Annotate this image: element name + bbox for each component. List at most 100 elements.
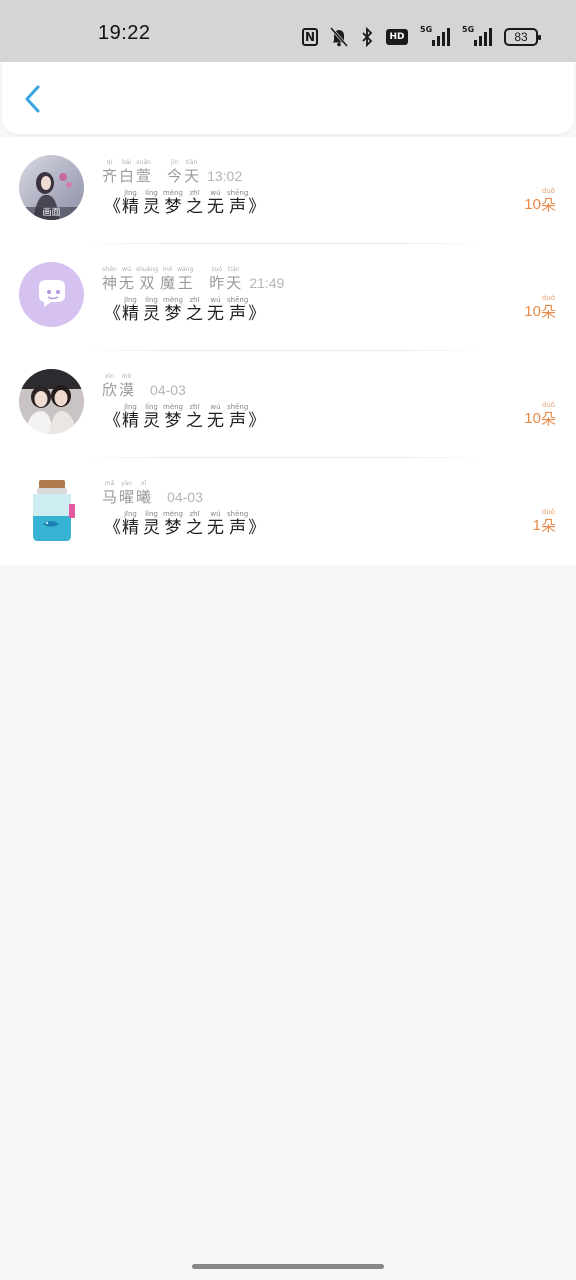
ruby-char: duǒ 朵: [541, 401, 556, 429]
battery-icon: 83: [504, 28, 541, 46]
ruby-char: shén 神: [102, 266, 117, 292]
sent-time: jīn 今 tiān 天 13:02: [167, 159, 242, 185]
pinyin: xīn: [104, 373, 115, 380]
signal-tag-2: 5G: [462, 25, 475, 34]
signal-tag: 5G: [420, 25, 433, 34]
flower-count-number: 10: [524, 410, 541, 427]
hanzi: 昨: [209, 274, 225, 292]
sender-name[interactable]: xīn 欣 mò 漠: [102, 373, 134, 399]
ruby-char: zhī 之: [185, 510, 204, 538]
title-bracket-open: 《: [104, 304, 121, 324]
hanzi: 无: [207, 518, 225, 538]
book-title[interactable]: 《 jīng 精 líng 灵 mèng 梦 zhī 之 wú 无 shēng 声》: [104, 296, 265, 324]
sender-name[interactable]: qí 齐 bái 白 xuān 萱: [102, 159, 151, 185]
hanzi: 梦: [164, 197, 182, 217]
hanzi: 之: [186, 411, 204, 431]
bluetooth-icon: [360, 27, 374, 47]
bottle-avatar[interactable]: [25, 480, 81, 542]
flower-list-item[interactable]: xīn 欣 mò 漠 04-03 《 jīng 精 líng 灵 mèng 梦 zhī 之 wú 无 shēng…: [0, 351, 576, 458]
pinyin: yào: [121, 480, 132, 487]
ruby-char: mò 漠: [119, 373, 134, 399]
photo-avatar-girl[interactable]: 画面: [19, 155, 84, 220]
photo-avatar-couple[interactable]: [19, 369, 84, 434]
home-indicator[interactable]: [192, 1264, 384, 1269]
hanzi: 马: [102, 488, 118, 506]
nfc-icon: N: [302, 28, 318, 46]
pinyin: líng: [145, 296, 158, 304]
signal-5g-icon: 5G: [420, 25, 450, 46]
pinyin: jīng: [124, 189, 137, 197]
hanzi: 无: [207, 197, 225, 217]
pinyin: mèng: [163, 189, 184, 197]
hd-icon: HD: [386, 29, 408, 45]
pinyin: zhī: [189, 189, 200, 197]
hanzi: 精: [122, 304, 139, 324]
pinyin: jīng: [124, 510, 137, 518]
pinyin: bái: [121, 159, 132, 166]
status-icons: N HD 5G 5G 83: [302, 25, 541, 48]
pinyin: wú: [210, 403, 221, 411]
status-bar: 19:22 N HD 5G 5G 83: [0, 0, 576, 62]
avatar-caption: 画面: [42, 208, 61, 218]
default-chat-avatar[interactable]: [19, 262, 84, 327]
hanzi: 神: [102, 274, 118, 292]
ruby-char: zhī 之: [185, 403, 204, 431]
sender-name[interactable]: mǎ 马 yào 曜 xī 曦: [102, 480, 151, 506]
header-bar: [2, 62, 574, 134]
hanzi: 魔: [160, 274, 176, 292]
ruby-char: zuó 昨: [209, 266, 224, 292]
ruby-char: yào 曜: [119, 480, 134, 506]
hanzi: 双: [139, 274, 155, 292]
hanzi: 灵: [143, 518, 160, 538]
title-bracket-close: 》: [248, 304, 266, 324]
pinyin: shēng: [227, 403, 249, 411]
sender-line: xīn 欣 mò 漠 04-03: [102, 373, 186, 399]
hanzi: 声: [229, 518, 247, 538]
flower-list-item[interactable]: 画面 qí 齐 bái 白 xuān 萱 jīn 今 tiān 天 13:02 《 jīng 精 líng 灵 m…: [0, 137, 576, 244]
pinyin: xuān: [136, 159, 151, 166]
pinyin: tiān: [185, 159, 198, 166]
pinyin: xī: [140, 480, 147, 487]
time-text: 04-03: [167, 489, 203, 505]
hanzi: 白: [119, 167, 135, 185]
hanzi: 之: [186, 304, 204, 324]
ruby-char: mèng 梦: [163, 403, 183, 431]
pinyin: jīng: [124, 403, 137, 411]
ruby-char: duǒ 朵: [541, 294, 556, 322]
flower-list-item[interactable]: mǎ 马 yào 曜 xī 曦 04-03 《 jīng 精 líng 灵 mèng 梦 zhī 之 wú 无 sh…: [0, 458, 576, 565]
ruby-char: shēng 声: [227, 403, 248, 431]
sender-line: qí 齐 bái 白 xuān 萱 jīn 今 tiān 天 13:02: [102, 159, 242, 185]
hanzi: 梦: [164, 411, 182, 431]
pinyin: mǎ: [104, 480, 115, 487]
ruby-char: zhī 之: [185, 189, 204, 217]
back-button[interactable]: [16, 82, 50, 116]
pinyin: duǒ: [541, 187, 556, 195]
sender-name[interactable]: shén 神 wú 无 shuāng 双 mó 魔 wáng 王: [102, 266, 193, 292]
pinyin: mò: [121, 373, 132, 380]
ruby-char: wú 无: [206, 296, 225, 324]
flower-list-item[interactable]: shén 神 wú 无 shuāng 双 mó 魔 wáng 王 zuó 昨 tiān 天 21:49 《 jī…: [0, 244, 576, 351]
ruby-char: jīn 今: [167, 159, 182, 185]
flower-count: 10 duǒ 朵: [524, 187, 556, 215]
book-title[interactable]: 《 jīng 精 líng 灵 mèng 梦 zhī 之 wú 无 shēng 声》: [104, 403, 265, 431]
book-title[interactable]: 《 jīng 精 líng 灵 mèng 梦 zhī 之 wú 无 shēng 声》: [104, 189, 265, 217]
title-bracket-close: 》: [248, 197, 266, 217]
bell-muted-icon: [330, 27, 348, 47]
sender-line: shén 神 wú 无 shuāng 双 mó 魔 wáng 王 zuó 昨 tiān 天 21:49: [102, 266, 284, 292]
ruby-char: mèng 梦: [163, 296, 183, 324]
flower-count-number: 10: [524, 196, 541, 213]
pinyin: zhī: [189, 510, 200, 518]
hanzi: 无: [119, 274, 135, 292]
title-bracket-close: 》: [248, 411, 266, 431]
ruby-char: líng 灵: [142, 296, 161, 324]
pinyin: shēng: [227, 189, 249, 197]
hanzi: 朵: [540, 410, 556, 428]
hanzi: 朵: [540, 303, 556, 321]
ruby-char: jīng 精: [121, 403, 140, 431]
flower-list: 画面 qí 齐 bái 白 xuān 萱 jīn 今 tiān 天 13:02 《 jīng 精 líng 灵 m…: [0, 137, 576, 565]
signal-5g-icon-2: 5G: [462, 25, 492, 46]
pinyin: jīn: [170, 159, 179, 166]
book-title[interactable]: 《 jīng 精 líng 灵 mèng 梦 zhī 之 wú 无 shēng 声》: [104, 510, 265, 538]
hanzi: 声: [229, 304, 247, 324]
pinyin: wáng: [177, 266, 194, 273]
